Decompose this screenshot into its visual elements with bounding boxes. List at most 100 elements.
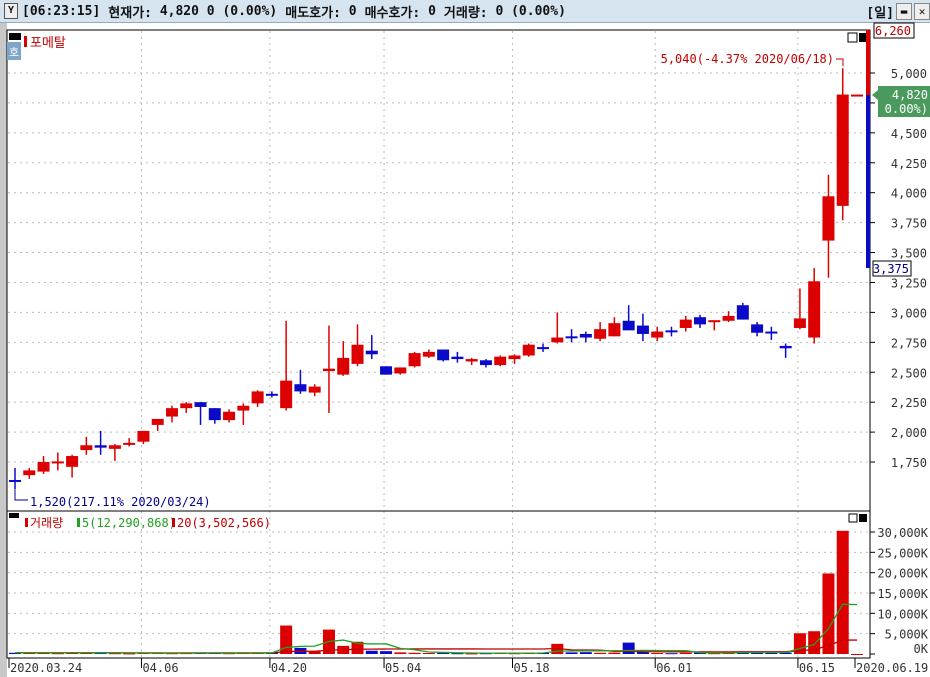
candle-body [751, 324, 764, 333]
candle-body [365, 350, 378, 355]
moving-averages [14, 603, 858, 654]
candle-body [280, 380, 293, 409]
date-label: 05.18 [513, 661, 549, 675]
panel-maximize-icon[interactable] [847, 32, 858, 43]
volume-bar [822, 573, 835, 654]
candle-body [308, 386, 321, 393]
candle-body [80, 445, 93, 451]
volume-bar [365, 650, 378, 654]
candle-body [408, 353, 421, 367]
candle-body [251, 391, 264, 404]
candle-body [494, 356, 507, 366]
ma20-legend: 20(3,502,566) [177, 516, 271, 530]
candle-body [194, 402, 207, 407]
price-tick-label: 1,750 [891, 456, 927, 470]
candle-body [66, 456, 79, 467]
volume-bar [608, 652, 621, 654]
candle-body [479, 360, 492, 366]
candle-body [665, 330, 678, 333]
price-tick-label: 2,000 [891, 426, 927, 440]
candle-body [808, 281, 821, 338]
candle-body [380, 366, 393, 375]
chart[interactable]: 5,0004,7504,5004,2504,0003,7503,5003,250… [0, 0, 930, 677]
volume-panel-close-icon[interactable] [859, 514, 867, 522]
price-tick-label: 3,000 [891, 306, 927, 320]
candle-body [594, 329, 607, 339]
volume-bar [665, 653, 678, 655]
price-tick-label: 3,250 [891, 276, 927, 290]
volume-bar [579, 652, 592, 654]
volume-tick-label: 20,000K [877, 567, 928, 581]
candle-body [180, 403, 193, 409]
candle-body [108, 445, 121, 449]
price-panel-frame [6, 29, 871, 512]
range-bar-down [866, 95, 870, 268]
volume-panel-menu-icon[interactable] [9, 513, 19, 518]
ma5-line [14, 603, 858, 654]
volume-tick-label: 25,000K [877, 546, 928, 560]
volume-panel-frame [6, 510, 871, 659]
candle-body [579, 333, 592, 338]
volume-bar [565, 652, 578, 654]
volume-color-marker [25, 518, 28, 527]
volume-bar [851, 654, 863, 655]
price-tick-label: 4,500 [891, 127, 927, 141]
ma5-color-marker [77, 518, 80, 527]
ma5-legend: 5(12,290,868) [82, 516, 176, 530]
volume-tick-label: 5,000K [885, 628, 929, 642]
candle-body [422, 351, 435, 357]
candle-body [822, 196, 835, 241]
volume-tick-label: 0K [914, 642, 929, 656]
candle-body [394, 367, 407, 374]
candle-body [522, 344, 535, 356]
range-bar-up [866, 30, 870, 95]
volume-bar [622, 642, 635, 654]
price-tick-label: 2,750 [891, 336, 927, 350]
candle-body [208, 408, 221, 421]
low-marker-pointer [14, 490, 28, 501]
volume-bar [836, 530, 849, 654]
candle-body [722, 315, 735, 321]
candle-body [223, 411, 236, 421]
grid [8, 31, 869, 657]
candle-body [551, 337, 564, 343]
low-marker: 1,520(217.11% 2020/03/24) [30, 495, 211, 509]
lower-limit: 3,375 [873, 262, 909, 276]
candle-body [765, 331, 778, 334]
candle-body [508, 355, 521, 360]
price-tick-label: 4,250 [891, 157, 927, 171]
volume-bar [651, 652, 664, 654]
candle-body [465, 359, 478, 362]
candle-body [23, 470, 36, 476]
candle-body [451, 356, 464, 360]
date-label: 06.15 [799, 661, 835, 675]
volume-bar [408, 652, 421, 654]
candle-body [793, 318, 806, 328]
price-tick-label: 2,250 [891, 396, 927, 410]
current-price-arrow [872, 90, 878, 100]
panel-menu-icon[interactable] [9, 33, 21, 40]
candle-body [608, 323, 621, 337]
current-price-pct: ( 0.00%) [870, 102, 928, 116]
volume-bar [594, 652, 607, 654]
current-price-value: 4,820 [892, 88, 928, 102]
candle-body [851, 94, 863, 97]
series-color-marker [24, 36, 27, 47]
candle-body [565, 336, 578, 339]
volume-tick-label: 15,000K [877, 587, 928, 601]
candle-body [322, 368, 335, 372]
date-axis: 2020.03.24 04.06 04.20 05.04 05.18 06.01 06.15… [7, 657, 928, 675]
ma20-color-marker [172, 518, 175, 527]
candle-body [151, 418, 164, 425]
volume-bar [394, 652, 407, 654]
candle-body [694, 317, 707, 325]
candle-body [537, 347, 550, 350]
candle-body [708, 320, 721, 323]
price-tick-label: 5,000 [891, 67, 927, 81]
date-label: 2020.06.19 [856, 661, 928, 675]
candle-body [237, 405, 250, 411]
candle-body [94, 445, 107, 448]
candle-body [137, 430, 150, 442]
volume-panel-maximize-icon[interactable] [848, 513, 858, 523]
quote-icon: 호 [9, 46, 19, 59]
